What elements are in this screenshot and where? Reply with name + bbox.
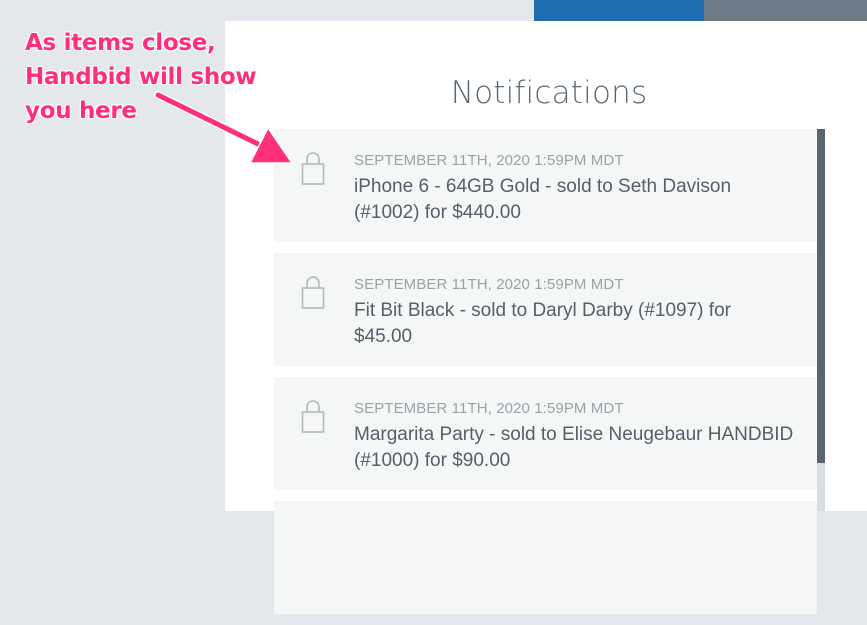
notification-message: iPhone 6 - 64GB Gold - sold to Seth Davi… — [354, 176, 732, 223]
annotation-line: As items close, — [25, 30, 216, 56]
notification-item[interactable]: SEPTEMBER 11TH, 2020 1:59PM MDT Fit Bit … — [274, 253, 817, 366]
lock-icon — [301, 400, 325, 433]
notification-message: Margarita Party - sold to Elise Neugebau… — [354, 424, 794, 471]
lock-icon — [301, 152, 325, 185]
annotation-line: you here — [25, 98, 137, 124]
page-title: Notifications — [450, 75, 648, 111]
top-tab-active[interactable] — [534, 0, 704, 21]
annotation-callout: As items close, Handbid will show you he… — [25, 26, 285, 128]
notification-item[interactable] — [274, 501, 817, 614]
scrollbar-thumb[interactable] — [817, 129, 825, 463]
top-tab[interactable] — [704, 0, 867, 21]
notification-message: Fit Bit Black - sold to Daryl Darby (#10… — [354, 300, 731, 347]
notification-item[interactable]: SEPTEMBER 11TH, 2020 1:59PM MDT iPhone 6… — [274, 129, 817, 242]
top-bar — [0, 0, 534, 21]
notification-timestamp: SEPTEMBER 11TH, 2020 1:59PM MDT — [354, 400, 624, 417]
lock-icon — [301, 276, 325, 309]
notification-timestamp: SEPTEMBER 11TH, 2020 1:59PM MDT — [354, 276, 624, 293]
notification-item[interactable]: SEPTEMBER 11TH, 2020 1:59PM MDT Margarit… — [274, 377, 817, 490]
notification-timestamp: SEPTEMBER 11TH, 2020 1:59PM MDT — [354, 152, 624, 169]
notification-list: SEPTEMBER 11TH, 2020 1:59PM MDT iPhone 6… — [274, 129, 817, 625]
annotation-line: Handbid will show — [25, 64, 257, 90]
scrollbar[interactable] — [817, 129, 825, 511]
